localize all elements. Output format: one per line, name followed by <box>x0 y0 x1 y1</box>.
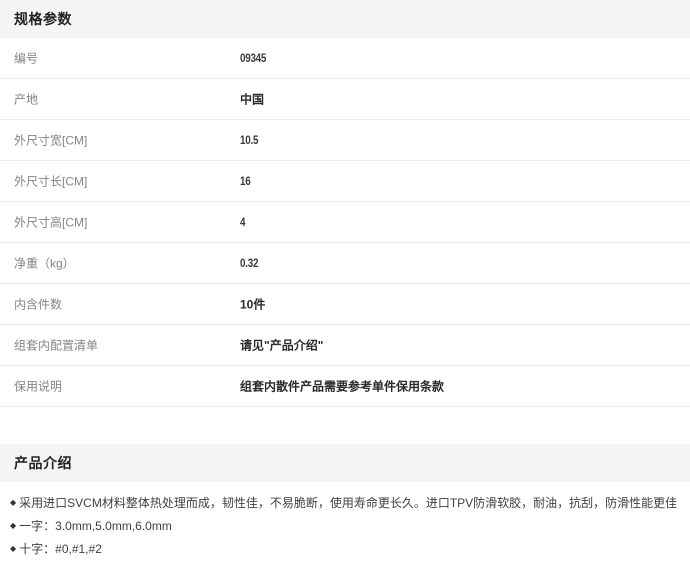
spec-value: 16 <box>240 174 253 188</box>
spec-value: 10.5 <box>240 133 262 147</box>
table-row: 组套内配置清单 请见"产品介绍" <box>0 325 690 366</box>
table-row: 外尺寸宽[CM] 10.5 <box>0 120 690 161</box>
spec-label: 产地 <box>14 91 38 108</box>
table-row: 外尺寸长[CM] 16 <box>0 161 690 202</box>
table-row: 编号 09345 <box>0 38 690 79</box>
spec-value: 组套内散件产品需要参考单件保用条款 <box>240 378 444 395</box>
table-row: 外尺寸高[CM] 4 <box>0 202 690 243</box>
spec-label: 组套内配置清单 <box>14 337 98 354</box>
spec-value: 请见"产品介绍" <box>240 337 323 354</box>
spec-value: 0.32 <box>240 256 262 270</box>
intro-section-header: 产品介绍 <box>0 444 690 482</box>
table-row: 保用说明 组套内散件产品需要参考单件保用条款 <box>0 366 690 407</box>
spec-value: 4 <box>240 215 246 229</box>
spec-label: 保用说明 <box>14 378 62 395</box>
diamond-bullet-icon: ◆ <box>10 519 16 533</box>
diamond-bullet-icon: ◆ <box>10 496 16 510</box>
intro-title: 产品介绍 <box>14 453 72 473</box>
specs-section-header: 规格参数 <box>0 0 690 38</box>
spec-label: 内含件数 <box>14 296 62 313</box>
spec-label: 编号 <box>14 50 38 67</box>
table-row: 内含件数 10件 <box>0 284 690 325</box>
spec-value: 中国 <box>240 91 264 108</box>
intro-body: ◆ 采用进口SVCM材料整体热处理而成，韧性佳，不易脆断，使用寿命更长久。进口T… <box>0 482 690 556</box>
product-spec-page: 规格参数 编号 09345 产地 中国 外尺寸宽[CM] 10.5 外尺寸长[C… <box>0 0 690 584</box>
table-row: 净重（kg） 0.32 <box>0 243 690 284</box>
list-item: ◆ 一字：3.0mm,5.0mm,6.0mm <box>10 519 680 533</box>
spec-value: 09345 <box>240 51 272 65</box>
specs-title: 规格参数 <box>14 9 72 29</box>
spec-label: 净重（kg） <box>14 255 75 272</box>
intro-text: 采用进口SVCM材料整体热处理而成，韧性佳，不易脆断，使用寿命更长久。进口TPV… <box>19 496 677 510</box>
intro-text: 一字：3.0mm,5.0mm,6.0mm <box>19 519 172 533</box>
specs-table: 编号 09345 产地 中国 外尺寸宽[CM] 10.5 外尺寸长[CM] 16… <box>0 38 690 407</box>
spec-label: 外尺寸长[CM] <box>14 173 87 190</box>
table-row: 产地 中国 <box>0 79 690 120</box>
section-gap <box>0 407 690 444</box>
diamond-bullet-icon: ◆ <box>10 542 16 556</box>
spec-value: 10件 <box>240 296 265 313</box>
spec-label: 外尺寸高[CM] <box>14 214 87 231</box>
list-item: ◆ 十字：#0,#1,#2 <box>10 542 680 556</box>
spec-label: 外尺寸宽[CM] <box>14 132 87 149</box>
intro-text: 十字：#0,#1,#2 <box>19 542 102 556</box>
list-item: ◆ 采用进口SVCM材料整体热处理而成，韧性佳，不易脆断，使用寿命更长久。进口T… <box>10 496 680 510</box>
